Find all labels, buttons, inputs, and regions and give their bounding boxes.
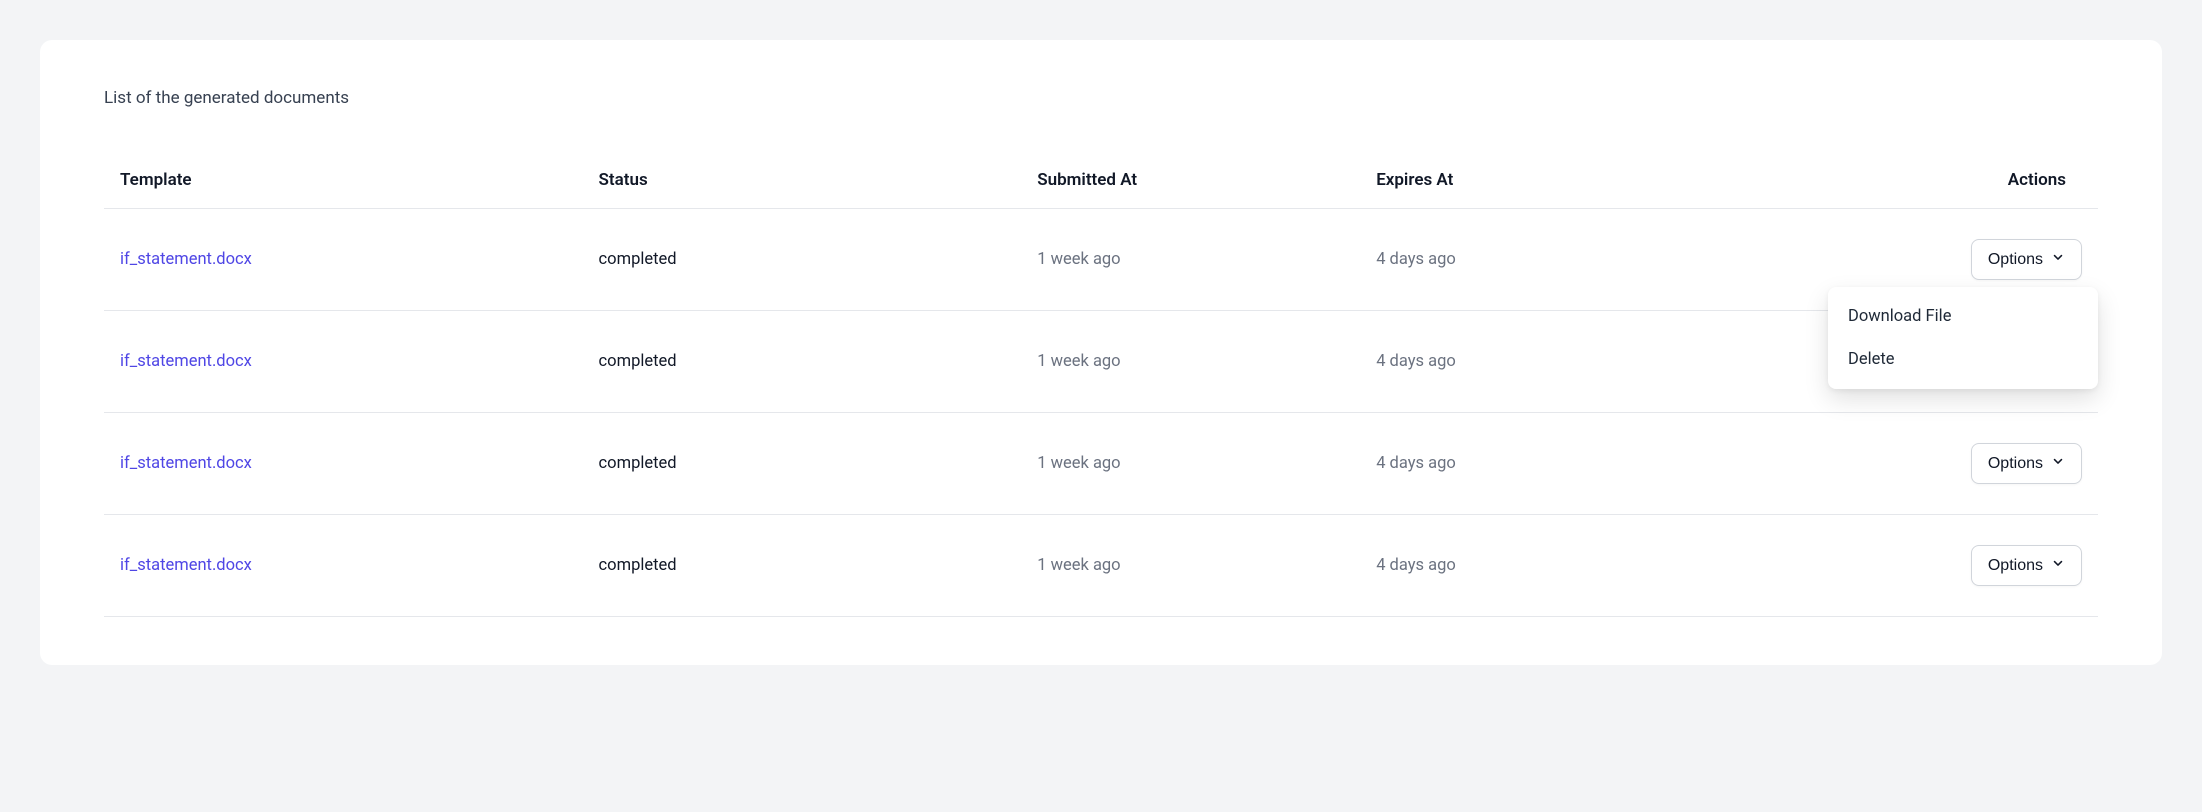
template-link[interactable]: if_statement.docx <box>120 556 252 575</box>
options-button[interactable]: Options <box>1971 239 2082 280</box>
download-file-item[interactable]: Download File <box>1828 295 2098 338</box>
submitted-at: 1 week ago <box>1021 311 1360 413</box>
options-button[interactable]: Options <box>1971 545 2082 586</box>
chevron-down-icon <box>2051 556 2065 575</box>
table-row: if_statement.docx completed 1 week ago4 da… <box>104 209 2098 311</box>
actions-cell: Options <box>1699 515 2098 617</box>
expires-at: 4 days ago <box>1360 515 1699 617</box>
status-text: completed <box>599 352 677 371</box>
header-template: Template <box>104 156 583 209</box>
options-label: Options <box>1988 557 2043 575</box>
table-header-row: Template Status Submitted At Expires At … <box>104 156 2098 209</box>
submitted-at: 1 week ago <box>1021 209 1360 311</box>
header-actions: Actions <box>1699 156 2098 209</box>
header-status: Status <box>583 156 1022 209</box>
table-row: if_statement.docx completed 1 week ago4 da… <box>104 311 2098 413</box>
table-row: if_statement.docx completed 1 week ago4 da… <box>104 413 2098 515</box>
options-label: Options <box>1988 251 2043 269</box>
page-subtitle: List of the generated documents <box>104 88 2098 108</box>
table-row: if_statement.docx completed 1 week ago4 da… <box>104 515 2098 617</box>
template-link[interactable]: if_statement.docx <box>120 250 252 269</box>
expires-at: 4 days ago <box>1360 413 1699 515</box>
status-text: completed <box>599 250 677 269</box>
chevron-down-icon <box>2051 454 2065 473</box>
submitted-at: 1 week ago <box>1021 413 1360 515</box>
options-dropdown: Download FileDelete <box>1828 287 2098 389</box>
delete-item[interactable]: Delete <box>1828 338 2098 381</box>
submitted-at: 1 week ago <box>1021 515 1360 617</box>
documents-table: Template Status Submitted At Expires At … <box>104 156 2098 617</box>
options-label: Options <box>1988 455 2043 473</box>
status-text: completed <box>599 454 677 473</box>
template-link[interactable]: if_statement.docx <box>120 352 252 371</box>
options-button[interactable]: Options <box>1971 443 2082 484</box>
expires-at: 4 days ago <box>1360 209 1699 311</box>
template-link[interactable]: if_statement.docx <box>120 454 252 473</box>
header-expires: Expires At <box>1360 156 1699 209</box>
actions-cell: Options <box>1699 413 2098 515</box>
actions-cell: OptionsDownload FileDelete <box>1699 209 2098 311</box>
header-submitted: Submitted At <box>1021 156 1360 209</box>
expires-at: 4 days ago <box>1360 311 1699 413</box>
documents-card: List of the generated documents Template… <box>40 40 2162 665</box>
status-text: completed <box>599 556 677 575</box>
chevron-down-icon <box>2051 250 2065 269</box>
